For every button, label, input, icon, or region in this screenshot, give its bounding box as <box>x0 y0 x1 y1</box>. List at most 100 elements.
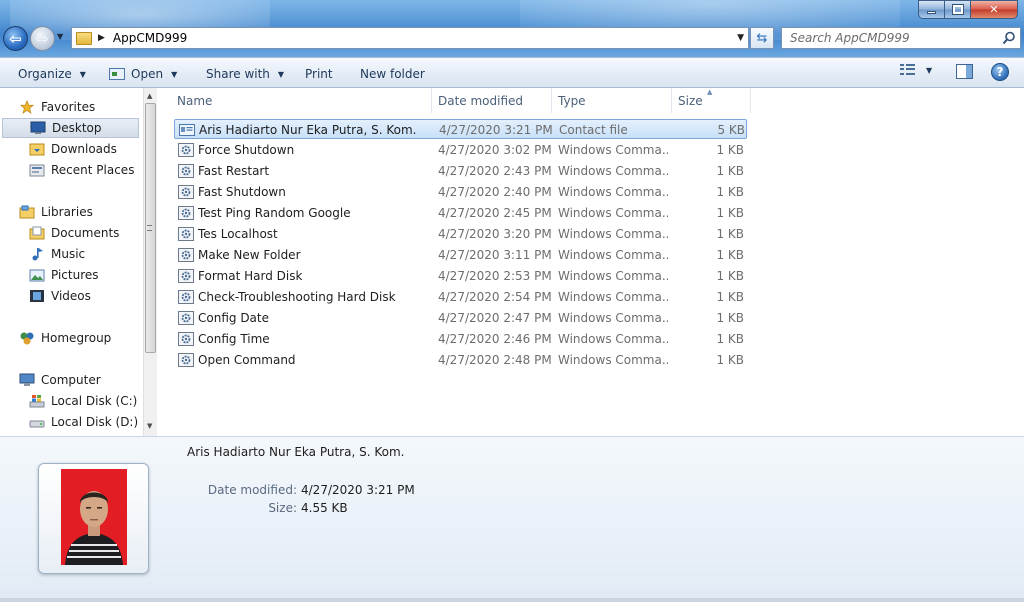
details-pane: Aris Hadiarto Nur Eka Putra, S. Kom. Dat… <box>0 436 1024 602</box>
file-type: Windows Comma... <box>558 227 668 241</box>
help-button[interactable]: ? <box>991 63 1009 81</box>
table-row[interactable]: Fast Shutdown 4/27/2020 2:40 PM Windows … <box>174 182 747 202</box>
file-type: Windows Comma... <box>558 248 668 262</box>
table-row[interactable]: Force Shutdown 4/27/2020 3:02 PM Windows… <box>174 140 747 160</box>
column-headers: Name Date modified Type Size ▲ <box>158 88 752 113</box>
nav-homegroup-label: Homegroup <box>41 331 112 345</box>
column-header-name[interactable]: Name <box>172 88 432 113</box>
file-size: 1 KB <box>716 206 744 220</box>
file-date: 4/27/2020 2:45 PM <box>438 206 552 220</box>
batch-gear-icon <box>178 290 194 304</box>
nav-videos[interactable]: Videos <box>29 286 91 306</box>
table-row[interactable]: Format Hard Disk 4/27/2020 2:53 PM Windo… <box>174 266 747 286</box>
table-row[interactable]: Check-Troubleshooting Hard Disk 4/27/202… <box>174 287 747 307</box>
scroll-down-icon[interactable]: ▼ <box>147 422 152 430</box>
nav-local-disk-c[interactable]: Local Disk (C:) <box>29 391 137 411</box>
computer-icon <box>19 373 35 386</box>
file-date: 4/27/2020 3:02 PM <box>438 143 552 157</box>
details-view-icon <box>900 64 916 76</box>
column-header-type[interactable]: Type <box>553 88 672 113</box>
file-name: Force Shutdown <box>198 143 295 157</box>
nav-libraries[interactable]: Libraries <box>19 202 93 222</box>
table-row[interactable]: Aris Hadiarto Nur Eka Putra, S. Kom. 4/2… <box>174 119 747 139</box>
navigation-scrollbar[interactable]: ▲ ▼ <box>143 88 157 436</box>
file-date: 4/27/2020 2:54 PM <box>438 290 552 304</box>
nav-recent-places-label: Recent Places <box>51 163 135 177</box>
nav-recent-places[interactable]: Recent Places <box>29 160 134 180</box>
organize-button[interactable]: Organize ▼ <box>18 65 86 83</box>
details-date-modified-value: 4/27/2020 3:21 PM <box>301 483 415 497</box>
batch-gear-icon <box>178 185 194 199</box>
change-view-button[interactable]: ▼ <box>900 64 932 76</box>
file-name: Test Ping Random Google <box>198 206 351 220</box>
recent-pages-dropdown[interactable]: ▼ <box>57 32 63 41</box>
file-name: Open Command <box>198 353 296 367</box>
table-row[interactable]: Open Command 4/27/2020 2:48 PM Windows C… <box>174 350 747 370</box>
open-button[interactable]: Open ▼ <box>109 65 177 83</box>
file-type: Windows Comma... <box>558 332 668 346</box>
scroll-up-icon[interactable]: ▲ <box>147 92 152 100</box>
search-box[interactable] <box>781 27 1021 49</box>
navigation-pane: Favorites Desktop Downloads Recent Place… <box>0 88 143 436</box>
nav-music[interactable]: Music <box>29 244 85 264</box>
chevron-down-icon: ▼ <box>171 69 178 79</box>
contact-photo <box>61 469 127 565</box>
column-name-label: Name <box>177 93 213 108</box>
print-button[interactable]: Print <box>305 65 333 83</box>
table-row[interactable]: Config Date 4/27/2020 2:47 PM Windows Co… <box>174 308 747 328</box>
person-photo-icon <box>61 469 127 565</box>
file-size: 1 KB <box>716 311 744 325</box>
nav-favorites-label: Favorites <box>41 100 96 114</box>
maximize-button[interactable] <box>945 0 971 19</box>
nav-homegroup[interactable]: Homegroup <box>19 328 111 348</box>
nav-documents[interactable]: Documents <box>29 223 119 243</box>
file-type: Contact file <box>559 123 628 137</box>
nav-desktop[interactable]: Desktop <box>2 118 139 138</box>
videos-icon <box>30 290 44 302</box>
file-name: Aris Hadiarto Nur Eka Putra, S. Kom. <box>199 123 417 137</box>
nav-pictures[interactable]: Pictures <box>29 265 99 285</box>
share-with-button[interactable]: Share with ▼ <box>206 65 284 83</box>
refresh-button[interactable]: ⇆ <box>750 27 774 49</box>
file-date: 4/27/2020 2:40 PM <box>438 185 552 199</box>
breadcrumb-appcmd999[interactable]: AppCMD999 <box>113 31 187 45</box>
back-button[interactable]: ⇦ <box>3 26 28 51</box>
preview-pane-button[interactable] <box>956 64 973 79</box>
open-with-icon <box>109 68 125 80</box>
forward-button[interactable]: ⇨ <box>30 26 55 51</box>
nav-favorites[interactable]: Favorites <box>19 97 95 117</box>
column-header-date-modified[interactable]: Date modified <box>433 88 552 113</box>
table-row[interactable]: Make New Folder 4/27/2020 3:11 PM Window… <box>174 245 747 265</box>
file-size: 1 KB <box>716 353 744 367</box>
nav-computer-label: Computer <box>41 373 101 387</box>
address-dropdown-icon[interactable]: ▼ <box>737 33 744 43</box>
file-type: Windows Comma... <box>558 185 668 199</box>
details-size-value: 4.55 KB <box>301 501 348 515</box>
file-size: 1 KB <box>716 332 744 346</box>
open-label: Open <box>131 67 164 81</box>
minimize-button[interactable] <box>918 0 945 19</box>
table-row[interactable]: Tes Localhost 4/27/2020 3:20 PM Windows … <box>174 224 747 244</box>
file-name: Config Date <box>198 311 269 325</box>
print-label: Print <box>305 67 333 81</box>
breadcrumb-separator-icon[interactable]: ▶ <box>98 33 105 43</box>
table-row[interactable]: Fast Restart 4/27/2020 2:43 PM Windows C… <box>174 161 747 181</box>
batch-gear-icon <box>178 164 194 178</box>
nav-downloads[interactable]: Downloads <box>29 139 117 159</box>
table-row[interactable]: Test Ping Random Google 4/27/2020 2:45 P… <box>174 203 747 223</box>
music-icon <box>32 248 43 261</box>
nav-videos-label: Videos <box>51 289 91 303</box>
nav-desktop-label: Desktop <box>52 121 102 135</box>
chevron-down-icon[interactable]: ▼ <box>926 66 932 75</box>
address-bar[interactable]: ▶ AppCMD999 ▼ <box>71 27 749 49</box>
search-icon[interactable] <box>1002 31 1016 45</box>
nav-local-disk-d[interactable]: Local Disk (D:) <box>29 412 138 432</box>
file-type: Windows Comma... <box>558 143 668 157</box>
search-input[interactable] <box>782 28 992 48</box>
new-folder-button[interactable]: New folder <box>360 65 425 83</box>
file-type: Windows Comma... <box>558 290 668 304</box>
table-row[interactable]: Config Time 4/27/2020 2:46 PM Windows Co… <box>174 329 747 349</box>
nav-computer[interactable]: Computer <box>19 370 101 390</box>
close-button[interactable]: ✕ <box>971 0 1018 19</box>
hard-drive-icon <box>29 420 45 428</box>
